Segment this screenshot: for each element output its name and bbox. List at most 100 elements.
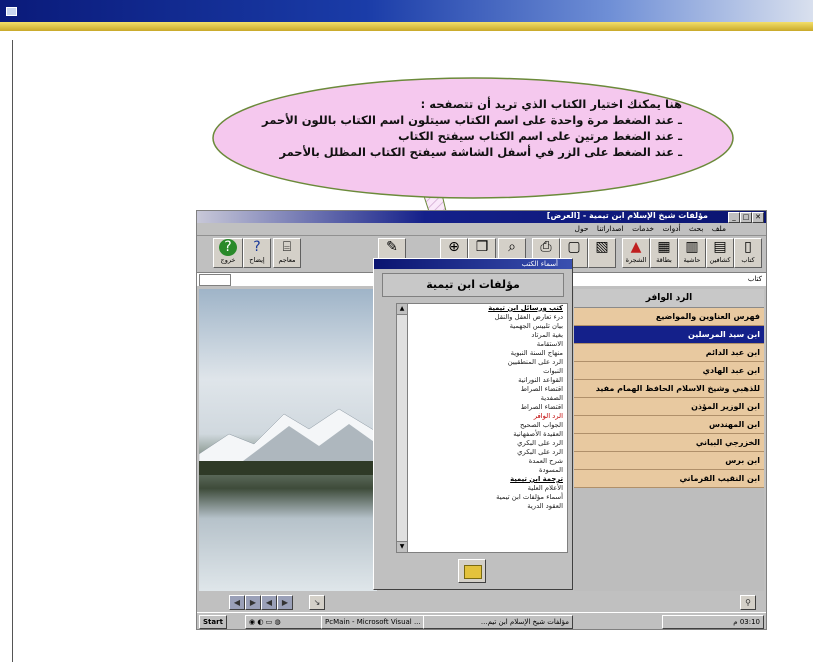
dictionary-icon: ⌸ <box>282 239 292 255</box>
book-list-item[interactable]: منهاج السنة النبوية <box>397 349 567 358</box>
print-icon: ⎙ <box>540 239 552 255</box>
toolbar-margin-button[interactable]: ▥ حاشية <box>678 238 706 268</box>
callout-line-2: ـ عند الضغط مرة واحدة على اسم الكتاب سيت… <box>262 113 682 127</box>
menu-file[interactable]: ملف <box>712 224 726 233</box>
presentation-title-bar <box>0 0 813 22</box>
book-icon: ▯ <box>744 239 752 255</box>
callout-line-4: ـ عند الضغط على الزر في أسفل الشاشة سيفت… <box>279 145 682 159</box>
book-list-section[interactable]: كتب ورسائل ابن تيمية <box>397 304 567 313</box>
index-icon: ▤ <box>713 239 727 255</box>
list-item[interactable]: ابن المهندس <box>574 416 764 434</box>
help-icon: ? <box>253 239 261 255</box>
book-list-item[interactable]: بغية المرتاد <box>397 331 567 340</box>
list-item[interactable]: الخزرجي البياني <box>574 434 764 452</box>
minimize-icon[interactable]: _ <box>728 212 740 223</box>
book-list-item[interactable]: الصفدية <box>397 394 567 403</box>
treeline <box>199 461 377 475</box>
book-combo[interactable] <box>199 274 231 286</box>
menu-about[interactable]: حول <box>575 224 589 233</box>
clock: 03:10 م <box>662 615 764 629</box>
tree-icon: ▲ <box>630 239 642 255</box>
binoculars-icon[interactable]: ⚲ <box>740 595 756 610</box>
book-list-item[interactable]: اقتضاء الصراط <box>397 385 567 394</box>
open-book-button[interactable] <box>458 559 486 583</box>
toolbar-explain-button[interactable]: ? إيضاح <box>243 238 271 268</box>
book-list-item[interactable]: العقود الدرية <box>397 502 567 511</box>
start-button[interactable]: Start <box>199 615 227 629</box>
toolbar-index-button[interactable]: ▤ كشافين <box>706 238 734 268</box>
book-list[interactable]: كتب ورسائل ابن تيمية درء تعارض العقل والن… <box>396 303 568 553</box>
list-item-selected[interactable]: ابن سيد المرسلين <box>574 326 764 344</box>
tools-icon: ✎ <box>386 239 398 255</box>
book-list-item[interactable]: درء تعارض العقل والنقل <box>397 313 567 322</box>
zoom-icon: ⊕ <box>448 239 460 255</box>
search-icon: ⌕ <box>508 239 516 255</box>
list-item[interactable]: ابن الوزير المؤذن <box>574 398 764 416</box>
book-list-item[interactable]: المسودة <box>397 466 567 475</box>
callout-line-3: ـ عند الضغط مرتين على اسم الكتاب سيفتح ا… <box>398 129 682 143</box>
book-label: كتاب <box>747 275 762 283</box>
last-icon[interactable]: ▶ <box>277 595 293 610</box>
toolbar-dict-button[interactable]: ⌸ معاجم <box>273 238 301 268</box>
book-list-item[interactable]: الرد على البكري <box>397 439 567 448</box>
gold-divider <box>0 22 813 31</box>
book-list-item[interactable]: الرد الوافر <box>397 412 567 421</box>
scroll-down-icon[interactable]: ▼ <box>397 541 407 552</box>
toolbar-tree-button[interactable]: ▲ الشجرة <box>622 238 650 268</box>
app-title-bar: مؤلفات شيخ الإسلام ابن تيمية - [العرض] ✕… <box>197 211 766 223</box>
book-list-item[interactable]: الجواب الصحيح <box>397 421 567 430</box>
book-list-item[interactable]: العقيدة الأصفهانية <box>397 430 567 439</box>
quicklaunch[interactable]: ◉ ◐ ▭ ◍ <box>245 615 323 629</box>
open-book-icon <box>464 565 482 579</box>
book-list-item[interactable]: الرد على المنطقيين <box>397 358 567 367</box>
first-icon[interactable]: ◀ <box>229 595 245 610</box>
tool-icon[interactable]: ↘ <box>309 595 325 610</box>
menu-services[interactable]: خدمات <box>632 224 654 233</box>
list-item[interactable]: ابن النقيب القرماني <box>574 470 764 488</box>
left-rule <box>12 40 13 662</box>
taskbar-task-1[interactable]: PcMain - Microsoft Visual ... <box>321 615 427 629</box>
book-list-item[interactable]: اقتضاء الصراط <box>397 403 567 412</box>
list-item[interactable]: ابن عبد الدائم <box>574 344 764 362</box>
book-list-item[interactable]: شرح العمدة <box>397 457 567 466</box>
book-list-item[interactable]: الاستقامة <box>397 340 567 349</box>
book-list-item[interactable]: القواعد النورانية <box>397 376 567 385</box>
toolbar-tool-1[interactable]: ▧ <box>588 238 616 268</box>
book-list-item[interactable]: الرد على البكري <box>397 448 567 457</box>
dialog-title: أسماء الكتب <box>521 260 558 268</box>
prev-icon[interactable]: ▶ <box>245 595 261 610</box>
maximize-icon[interactable]: □ <box>740 212 752 223</box>
toolbar-exit-button[interactable]: ? خروج <box>213 238 243 268</box>
list-item[interactable]: فهرس العناوين والمواضيع <box>574 308 764 326</box>
menu-search[interactable]: بحث <box>689 224 703 233</box>
book-list-item[interactable]: أسماء مؤلفات ابن تيمية <box>397 493 567 502</box>
book-list-item[interactable]: الأعلام العلية <box>397 484 567 493</box>
list-item[interactable]: للذهبي وشيخ الاسلام الحافظ الهمام مفيد <box>574 380 764 398</box>
card-icon: ▦ <box>657 239 671 255</box>
book-list-section[interactable]: ترجمة ابن تيمية <box>397 475 567 484</box>
toolbar-card-button[interactable]: ▦ بطاقة <box>650 238 678 268</box>
mountains-graphic <box>199 408 377 464</box>
callout-text: هنا يمكنك اختيار الكتاب الذي تريد أن تتص… <box>262 96 682 160</box>
toolbar-book-button[interactable]: ▯ كتاب <box>734 238 762 268</box>
taskbar-task-2[interactable]: مؤلفات شيخ الإسلام ابن تيم... <box>423 615 573 629</box>
close-icon[interactable]: ✕ <box>752 212 764 223</box>
book-names-dialog: أسماء الكتب مؤلفات ابن تيمية كتب ورسائل … <box>373 258 573 590</box>
list-item[interactable]: ابن برس <box>574 452 764 470</box>
callout-line-1: هنا يمكنك اختيار الكتاب الذي تريد أن تتص… <box>420 97 682 111</box>
copy-icon: ❐ <box>475 239 489 255</box>
exit-icon: ? <box>219 239 237 256</box>
dialog-title-bar: أسماء الكتب <box>374 259 572 269</box>
chart-icon: ▧ <box>595 239 609 255</box>
book-list-item[interactable]: النبوات <box>397 367 567 376</box>
app-title: مؤلفات شيخ الإسلام ابن تيمية - [العرض] <box>546 211 708 220</box>
scroll-up-icon[interactable]: ▲ <box>397 304 407 315</box>
menu-tools[interactable]: أدوات <box>662 224 680 233</box>
margin-icon: ▥ <box>685 239 699 255</box>
list-item[interactable]: ابن عبد الهادي <box>574 362 764 380</box>
menu-releases[interactable]: اصداراتنا <box>597 224 624 233</box>
next-icon[interactable]: ◀ <box>261 595 277 610</box>
scrollbar[interactable]: ▲ ▼ <box>396 303 408 553</box>
landscape-image <box>199 289 377 591</box>
book-list-item[interactable]: بيان تلبيس الجهمية <box>397 322 567 331</box>
